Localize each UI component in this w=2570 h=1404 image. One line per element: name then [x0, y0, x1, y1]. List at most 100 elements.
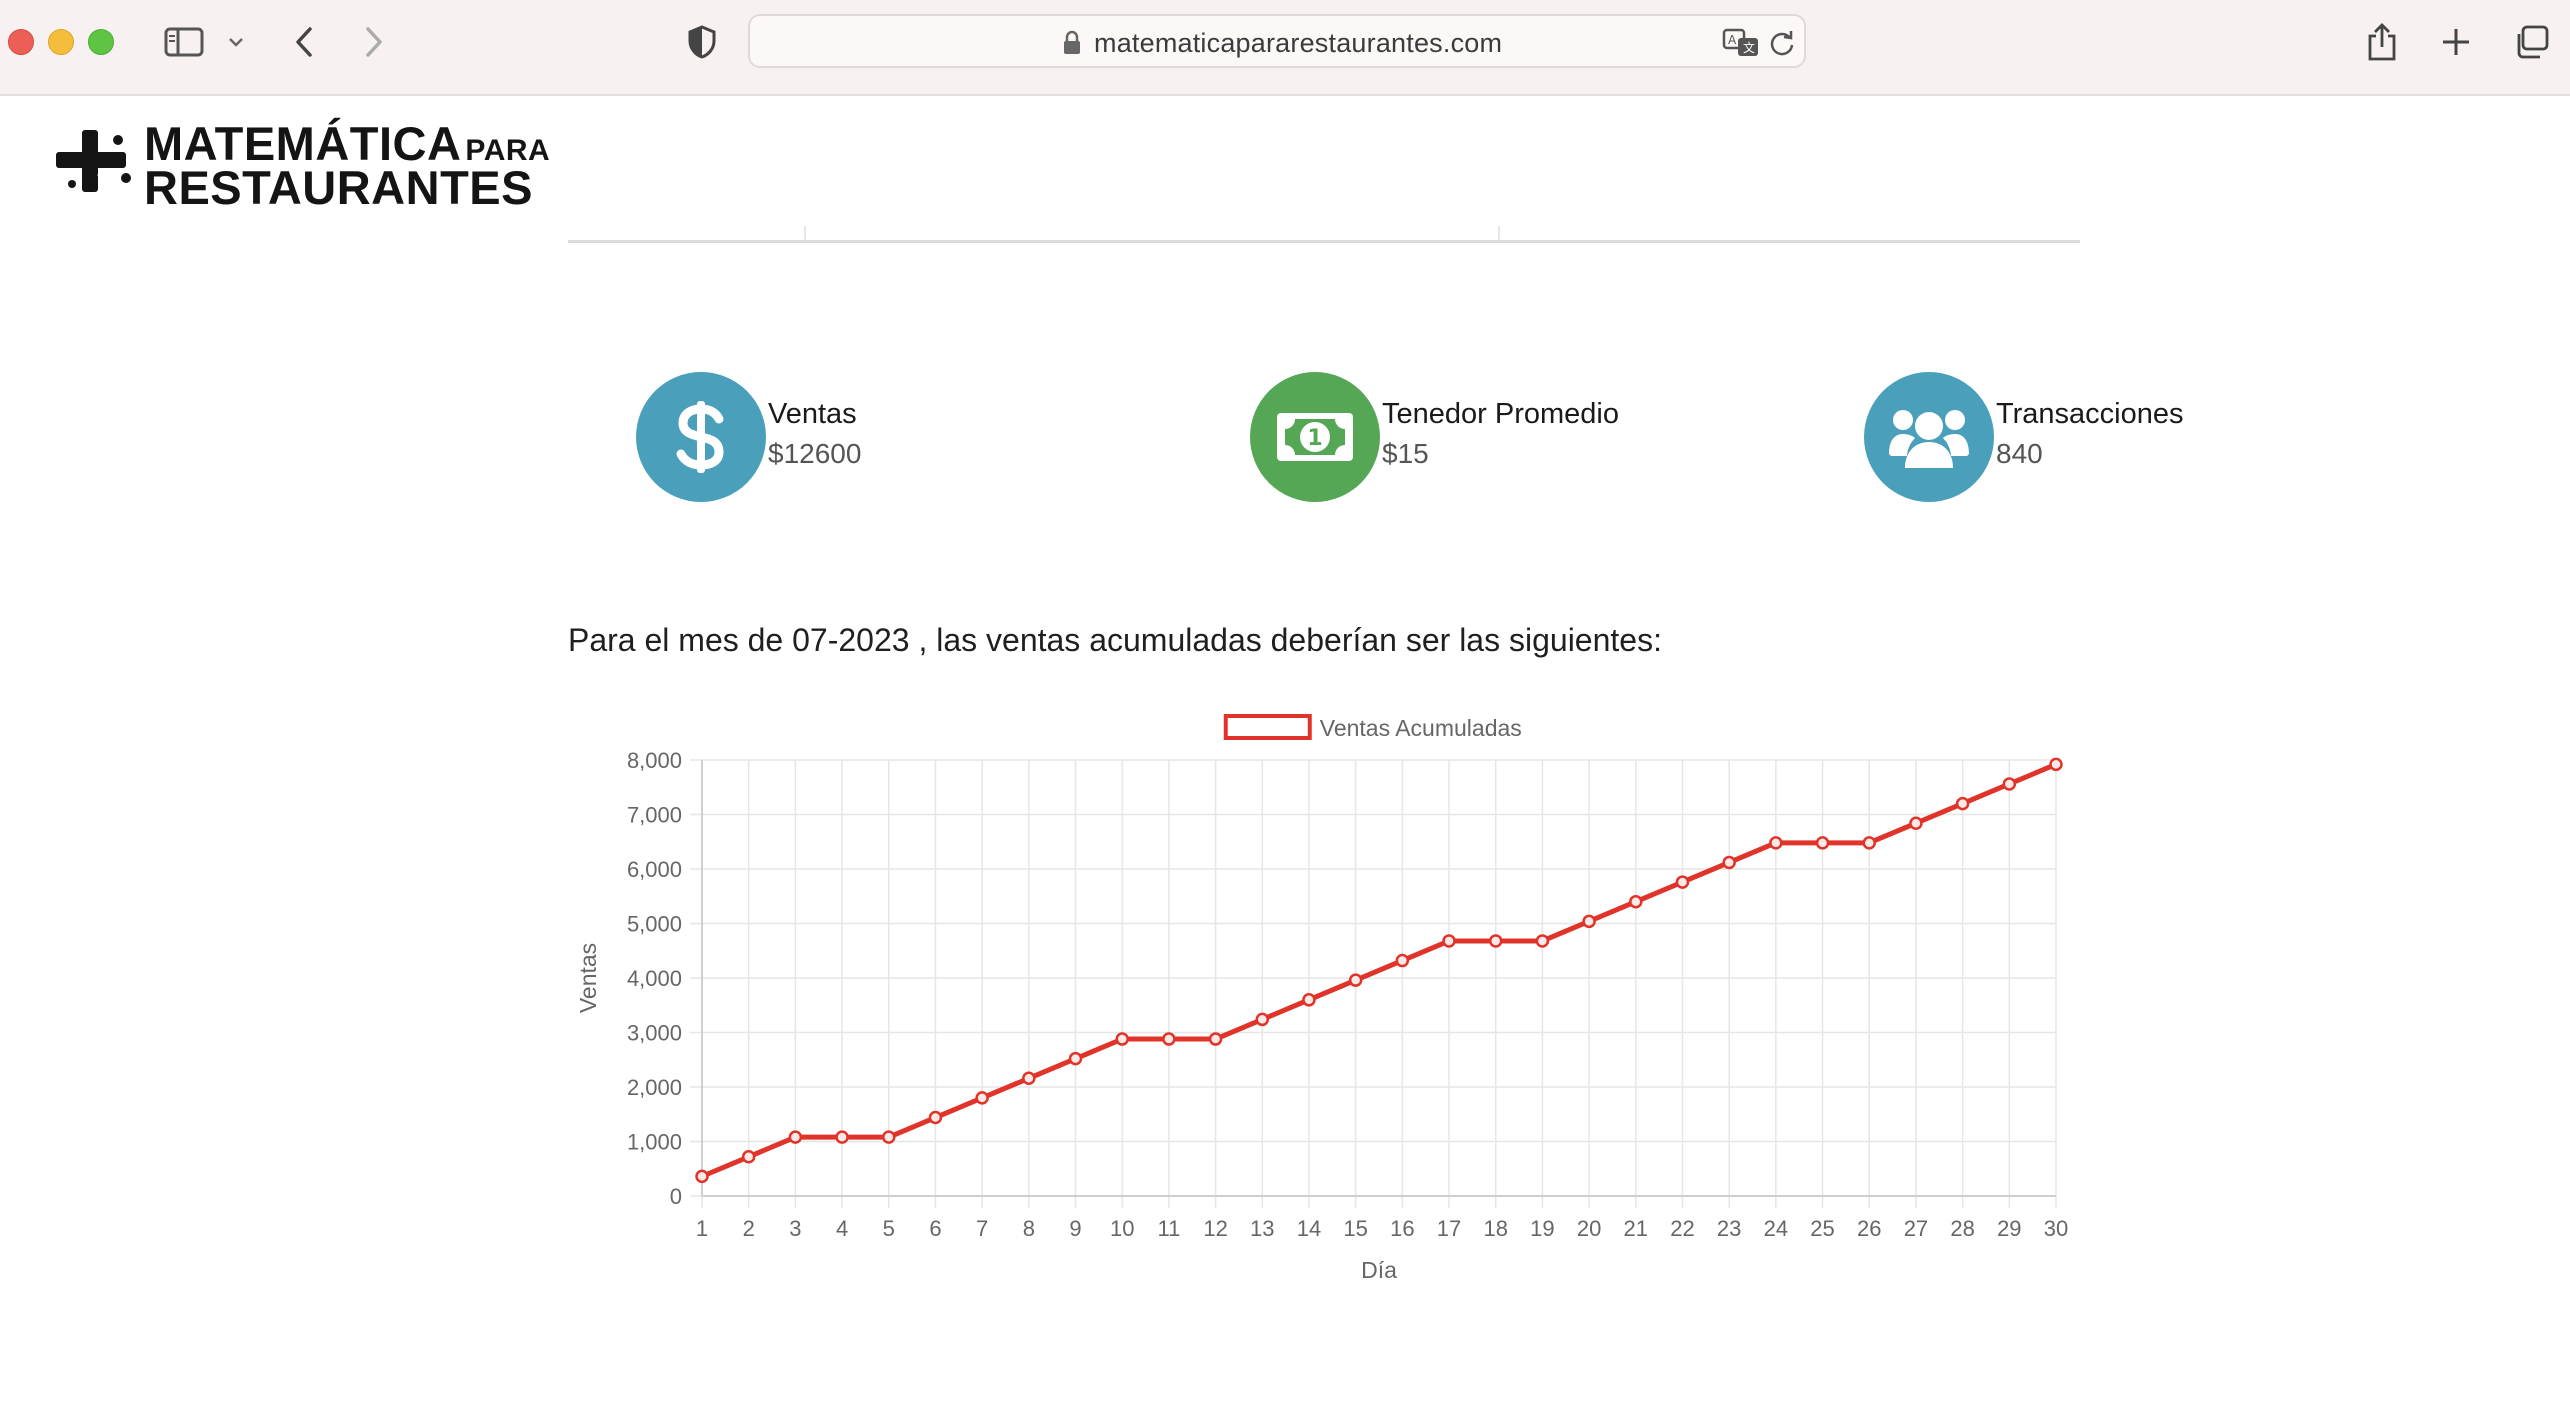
table-bottom-border	[568, 240, 2080, 243]
stat-transacciones: Transacciones 840	[1864, 372, 2264, 504]
data-point	[1582, 914, 1596, 929]
sidebar-icon[interactable]	[160, 20, 208, 64]
stat-icon-circle	[1864, 372, 1994, 502]
site-logo[interactable]: MATEMÁTICA PARA RESTAURANTES	[52, 112, 552, 214]
stat-value: 840	[1996, 438, 2043, 469]
data-point	[2002, 777, 2017, 791]
table-divider	[1498, 226, 1500, 241]
privacy-shield-icon[interactable]	[684, 20, 720, 64]
stat-tenedor-promedio: 1 Tenedor Promedio $15	[1250, 372, 1670, 504]
x-tick-label: 3	[789, 1216, 801, 1241]
x-tick-label: 22	[1670, 1216, 1694, 1241]
series-line	[701, 762, 2057, 1179]
share-icon[interactable]	[2362, 20, 2402, 64]
data-point	[1535, 934, 1550, 948]
x-tick-label: 25	[1810, 1216, 1834, 1241]
stat-label: Transacciones	[1996, 398, 2184, 430]
stat-ventas: Ventas $12600	[636, 372, 1036, 504]
x-tick-label: 12	[1203, 1216, 1227, 1241]
x-tick-label: 29	[1997, 1216, 2021, 1241]
x-tick-label: 13	[1250, 1216, 1274, 1241]
data-point	[1115, 1032, 1129, 1046]
data-point	[1395, 953, 1410, 968]
data-point	[1909, 816, 1923, 830]
data-point	[1442, 934, 1456, 948]
data-point	[1815, 836, 1830, 850]
stat-icon-circle: 1	[1250, 372, 1380, 502]
legend-label: Ventas Acumuladas	[1320, 715, 1522, 741]
reload-icon[interactable]	[1768, 28, 1796, 63]
forward-icon[interactable]	[356, 20, 392, 64]
data-point	[741, 1150, 756, 1164]
data-point	[928, 1110, 943, 1125]
y-tick-label: 4,000	[627, 966, 682, 991]
stat-icon-circle	[636, 372, 766, 502]
data-point	[1769, 836, 1783, 850]
logo-mark-icon	[56, 130, 131, 192]
x-tick-label: 23	[1717, 1216, 1741, 1241]
data-point	[882, 1130, 896, 1144]
svg-text:文: 文	[1743, 40, 1755, 55]
translate-icon[interactable]: A文	[1722, 28, 1760, 63]
x-tick-label: 7	[976, 1216, 988, 1241]
x-tick-label: 5	[883, 1216, 895, 1241]
x-tick-label: 10	[1110, 1216, 1134, 1241]
url-text: matematicapararestaurantes.com	[1094, 28, 1503, 58]
y-tick-label: 1,000	[627, 1130, 682, 1155]
data-point	[2049, 757, 2063, 772]
data-point	[1488, 934, 1503, 948]
data-point	[835, 1130, 849, 1144]
zoom-window-button[interactable]	[88, 29, 114, 55]
tab-overview-icon[interactable]	[2510, 20, 2554, 64]
y-tick-label: 8,000	[627, 748, 682, 773]
x-tick-label: 16	[1390, 1216, 1414, 1241]
x-tick-label: 26	[1857, 1216, 1881, 1241]
data-point	[1348, 973, 1363, 987]
data-point	[1068, 1051, 1083, 1066]
x-tick-label: 27	[1904, 1216, 1928, 1241]
data-point	[1208, 1032, 1223, 1046]
data-point	[1629, 894, 1643, 909]
chevron-down-icon[interactable]	[224, 20, 248, 64]
minimize-window-button[interactable]	[48, 29, 74, 55]
new-tab-icon[interactable]	[2436, 20, 2476, 64]
y-tick-label: 6,000	[627, 857, 682, 882]
svg-text:1: 1	[1307, 426, 1322, 451]
x-tick-label: 17	[1437, 1216, 1461, 1241]
data-point	[1255, 1012, 1270, 1027]
lock-icon	[1062, 30, 1082, 61]
x-axis-title: Día	[1361, 1257, 1397, 1283]
y-tick-label: 2,000	[627, 1075, 682, 1100]
stat-label: Ventas	[768, 398, 857, 430]
stat-value: $12600	[768, 438, 862, 469]
x-tick-label: 14	[1297, 1216, 1321, 1241]
x-tick-label: 6	[929, 1216, 941, 1241]
dollar-icon	[676, 401, 724, 473]
data-point	[1302, 993, 1316, 1007]
data-point	[1675, 875, 1690, 889]
svg-text:A: A	[1728, 33, 1737, 47]
y-axis-title: Ventas	[575, 943, 601, 1013]
x-tick-label: 18	[1483, 1216, 1507, 1241]
close-window-button[interactable]	[8, 29, 34, 55]
x-tick-label: 19	[1530, 1216, 1554, 1241]
table-divider	[804, 226, 806, 241]
x-tick-label: 1	[696, 1216, 708, 1241]
x-tick-label: 30	[2044, 1216, 2068, 1241]
x-tick-label: 15	[1343, 1216, 1367, 1241]
y-tick-label: 3,000	[627, 1021, 682, 1046]
sales-intro-text: Para el mes de 07-2023 , las ventas acum…	[568, 622, 1662, 658]
x-tick-label: 11	[1157, 1216, 1180, 1241]
back-icon[interactable]	[286, 20, 322, 64]
x-tick-label: 20	[1577, 1216, 1601, 1241]
data-point	[1722, 855, 1736, 870]
address-bar[interactable]: matematicapararestaurantes.com A文	[748, 14, 1806, 68]
stat-label: Tenedor Promedio	[1382, 398, 1619, 430]
y-tick-label: 5,000	[627, 912, 682, 937]
stat-value: $15	[1382, 438, 1429, 469]
x-tick-label: 21	[1624, 1216, 1648, 1241]
browser-toolbar: matematicapararestaurantes.com A文	[0, 0, 2570, 96]
data-point	[1022, 1071, 1036, 1086]
y-tick-label: 0	[670, 1184, 682, 1209]
x-tick-label: 28	[1950, 1216, 1974, 1241]
